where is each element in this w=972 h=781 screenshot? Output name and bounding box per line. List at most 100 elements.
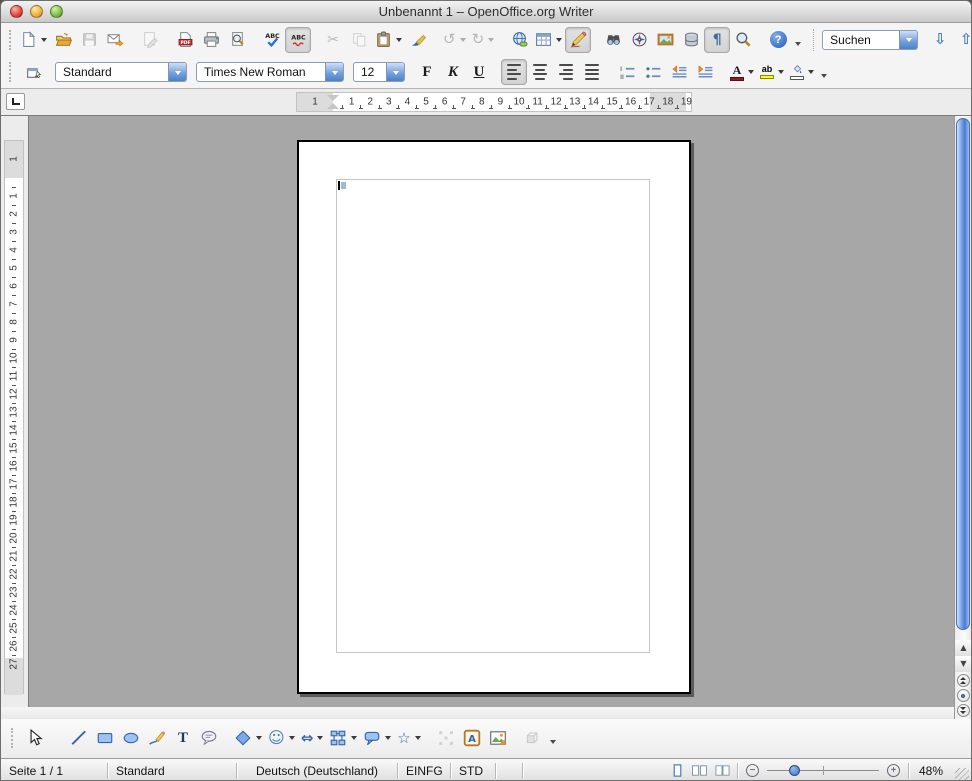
select-tool-button[interactable] bbox=[22, 725, 48, 751]
highlighting-button[interactable]: ab bbox=[757, 59, 787, 85]
vertical-scrollbar[interactable]: ▲ ▼ bbox=[954, 116, 971, 719]
page-style-field[interactable]: Standard bbox=[108, 759, 236, 781]
stars-dropdown[interactable] bbox=[415, 736, 421, 740]
document-page[interactable] bbox=[297, 140, 691, 694]
text-area[interactable] bbox=[336, 179, 650, 653]
insert-table-button[interactable] bbox=[532, 27, 565, 53]
find-previous-button[interactable]: ⇧ bbox=[953, 27, 972, 53]
toolbar-overflow-button[interactable] bbox=[817, 60, 831, 84]
align-left-button[interactable] bbox=[501, 59, 527, 85]
email-document-button[interactable] bbox=[102, 27, 128, 53]
paragraph-style-combobox[interactable]: Standard bbox=[55, 62, 187, 82]
auto-spellcheck-button[interactable]: ABC bbox=[285, 27, 311, 53]
styles-window-button[interactable] bbox=[20, 59, 46, 85]
freeform-line-button[interactable] bbox=[144, 725, 170, 751]
search-combobox[interactable]: Suchen bbox=[822, 30, 918, 50]
page-number-field[interactable]: Seite 1 / 1 bbox=[1, 759, 107, 781]
italic-button[interactable]: K bbox=[440, 59, 466, 85]
paste-button[interactable] bbox=[372, 27, 405, 53]
text-box-button[interactable]: T bbox=[170, 725, 196, 751]
scrollbar-thumb[interactable] bbox=[956, 118, 970, 630]
gallery-button[interactable] bbox=[652, 27, 678, 53]
decrease-indent-button[interactable] bbox=[666, 59, 692, 85]
rectangle-tool-button[interactable] bbox=[92, 725, 118, 751]
next-page-button[interactable] bbox=[957, 704, 970, 717]
tab-stop-selector[interactable] bbox=[6, 93, 25, 110]
block-arrows-button[interactable]: ⇔ bbox=[298, 725, 327, 751]
previous-page-button[interactable] bbox=[957, 674, 970, 687]
help-button[interactable]: ? bbox=[765, 27, 791, 53]
selection-mode-field[interactable]: STD bbox=[451, 759, 495, 781]
ellipse-tool-button[interactable] bbox=[118, 725, 144, 751]
font-color-dropdown[interactable] bbox=[748, 70, 754, 74]
zoom-level-field[interactable]: 48% bbox=[909, 759, 953, 781]
export-pdf-button[interactable]: PDF bbox=[172, 27, 198, 53]
block-arrows-dropdown[interactable] bbox=[317, 736, 323, 740]
show-draw-functions-button[interactable] bbox=[565, 27, 591, 53]
insert-mode-field[interactable]: EINFG bbox=[398, 759, 450, 781]
line-tool-button[interactable] bbox=[66, 725, 92, 751]
symbol-shapes-button[interactable]: ☺ bbox=[265, 725, 298, 751]
basic-shapes-dropdown[interactable] bbox=[256, 736, 262, 740]
title-bar[interactable]: Unbenannt 1 – OpenOffice.org Writer bbox=[1, 1, 971, 23]
data-sources-button[interactable] bbox=[678, 27, 704, 53]
font-name-combobox[interactable]: Times New Roman bbox=[196, 62, 344, 82]
toolbar-drag-handle[interactable] bbox=[11, 728, 16, 748]
basic-shapes-button[interactable] bbox=[231, 725, 265, 751]
vertical-ruler[interactable]: 1 12345678910111213141516171819202122232… bbox=[4, 140, 24, 694]
navigation-button[interactable] bbox=[957, 689, 970, 702]
increase-indent-button[interactable] bbox=[692, 59, 718, 85]
callouts-dropdown[interactable] bbox=[385, 736, 391, 740]
spellcheck-button[interactable]: ABC bbox=[259, 27, 285, 53]
scroll-down-button[interactable]: ▼ bbox=[955, 656, 972, 672]
horizontal-ruler[interactable]: 1 12345678910111213141516171819 bbox=[296, 92, 692, 112]
digital-signature-field[interactable] bbox=[496, 759, 522, 781]
toolbar-drag-handle[interactable] bbox=[9, 62, 14, 82]
formatting-marks-button[interactable]: ¶ bbox=[704, 27, 730, 53]
new-document-dropdown[interactable] bbox=[41, 38, 47, 42]
zoom-out-button[interactable]: − bbox=[746, 764, 759, 777]
zoom-slider-thumb[interactable] bbox=[789, 765, 800, 776]
zoom-in-button[interactable]: + bbox=[887, 764, 900, 777]
font-name-value[interactable]: Times New Roman bbox=[197, 65, 325, 79]
font-size-dropdown[interactable] bbox=[386, 63, 404, 81]
language-field[interactable]: Deutsch (Deutschland) bbox=[237, 759, 397, 781]
book-view-button[interactable] bbox=[714, 763, 731, 778]
toolbar-drag-handle[interactable] bbox=[9, 30, 11, 50]
scroll-up-button[interactable]: ▲ bbox=[955, 640, 972, 656]
multi-page-view-button[interactable] bbox=[691, 763, 708, 778]
background-color-dropdown[interactable] bbox=[808, 70, 814, 74]
find-replace-button[interactable] bbox=[600, 27, 626, 53]
search-dropdown[interactable] bbox=[899, 31, 917, 49]
underline-button[interactable]: U bbox=[466, 59, 492, 85]
justify-button[interactable] bbox=[579, 59, 605, 85]
navigator-button[interactable] bbox=[626, 27, 652, 53]
align-center-button[interactable] bbox=[527, 59, 553, 85]
symbol-shapes-dropdown[interactable] bbox=[289, 736, 295, 740]
background-color-button[interactable] bbox=[787, 59, 817, 85]
toolbar-overflow-button[interactable] bbox=[791, 28, 805, 52]
font-name-dropdown[interactable] bbox=[325, 63, 343, 81]
fontwork-gallery-button[interactable]: A bbox=[459, 725, 485, 751]
numbered-list-button[interactable]: III bbox=[614, 59, 640, 85]
callout-tool-button[interactable] bbox=[196, 725, 222, 751]
stars-button[interactable]: ☆ bbox=[394, 725, 423, 751]
hyperlink-button[interactable] bbox=[506, 27, 532, 53]
table-dropdown[interactable] bbox=[556, 38, 562, 42]
paragraph-style-dropdown[interactable] bbox=[168, 63, 186, 81]
find-next-button[interactable]: ⇩ bbox=[927, 27, 953, 53]
font-size-combobox[interactable]: 12 bbox=[353, 62, 405, 82]
search-input[interactable]: Suchen bbox=[823, 33, 899, 47]
page-preview-button[interactable] bbox=[224, 27, 250, 53]
indent-marker[interactable] bbox=[327, 95, 339, 109]
flowchart-dropdown[interactable] bbox=[351, 736, 357, 740]
paragraph-style-value[interactable]: Standard bbox=[56, 65, 168, 79]
paste-dropdown[interactable] bbox=[396, 38, 402, 42]
callouts-button[interactable] bbox=[360, 725, 394, 751]
zoom-button[interactable] bbox=[730, 27, 756, 53]
highlighting-dropdown[interactable] bbox=[778, 70, 784, 74]
bullet-list-button[interactable] bbox=[640, 59, 666, 85]
single-page-view-button[interactable] bbox=[670, 763, 685, 778]
font-color-button[interactable]: A bbox=[727, 59, 757, 85]
font-size-value[interactable]: 12 bbox=[354, 65, 386, 79]
